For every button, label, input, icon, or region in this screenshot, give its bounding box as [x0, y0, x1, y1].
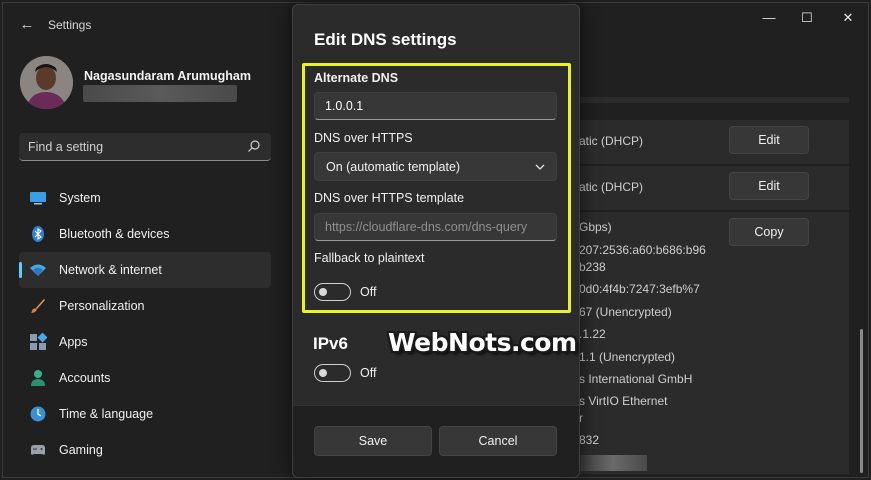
- sidebar-item-bluetooth[interactable]: Bluetooth & devices: [19, 216, 271, 252]
- minimize-button[interactable]: —: [754, 7, 784, 29]
- sidebar-item-apps[interactable]: Apps: [19, 324, 271, 360]
- property-value: s VirtIO Ethernet: [579, 394, 668, 408]
- fallback-label: Fallback to plaintext: [314, 251, 425, 265]
- wifi-icon: [30, 264, 46, 276]
- property-value: 207:2536:a60:b686:b96: [579, 243, 706, 257]
- edit-dns-dialog: Edit DNS settings Alternate DNS DNS over…: [292, 4, 580, 478]
- doh-template-label: DNS over HTTPS template: [314, 191, 465, 205]
- sidebar-item-network[interactable]: Network & internet: [19, 252, 271, 288]
- fallback-state: Off: [360, 285, 377, 299]
- alternate-dns-input[interactable]: [314, 92, 557, 120]
- property-value: 1.1 (Unencrypted): [579, 350, 676, 364]
- sidebar-item-personalization[interactable]: Personalization: [19, 288, 271, 324]
- sidebar-item-time-language[interactable]: Time & language: [19, 396, 271, 432]
- watermark-logo: WebNots.com: [388, 328, 577, 357]
- sidebar-item-system[interactable]: System: [19, 180, 271, 216]
- property-value: 0d0:4f4b:7247:3efb%7: [579, 282, 700, 296]
- chevron-down-icon: [535, 164, 545, 170]
- property-value: b238: [579, 260, 606, 274]
- search-box[interactable]: [19, 133, 271, 161]
- sidebar-item-label: Gaming: [59, 443, 103, 457]
- app-title: Settings: [48, 18, 92, 32]
- edit-ip-button[interactable]: Edit: [729, 172, 809, 200]
- toggle-knob: [319, 288, 327, 296]
- cancel-button[interactable]: Cancel: [439, 426, 557, 456]
- alternate-dns-label: Alternate DNS: [314, 71, 399, 85]
- user-email-redacted: [83, 85, 237, 102]
- close-button[interactable]: ✕: [833, 7, 863, 29]
- brush-icon: [31, 299, 45, 313]
- search-input[interactable]: [28, 138, 238, 156]
- ipv6-state: Off: [360, 366, 377, 380]
- property-value: s International GmbH: [579, 372, 693, 386]
- ipv6-toggle[interactable]: [314, 364, 351, 382]
- monitor-icon: [30, 192, 46, 205]
- doh-label: DNS over HTTPS: [314, 131, 413, 145]
- clock-globe-icon: [30, 406, 46, 422]
- user-name: Nagasundaram Arumugham: [84, 69, 251, 83]
- edit-dns-button[interactable]: Edit: [729, 126, 809, 154]
- property-value: Gbps): [579, 220, 612, 234]
- sidebar-item-gaming[interactable]: Gaming: [19, 432, 271, 468]
- sidebar-item-label: Network & internet: [59, 263, 162, 277]
- sidebar-item-label: Accounts: [59, 371, 111, 385]
- save-button[interactable]: Save: [314, 426, 432, 456]
- search-icon[interactable]: [247, 139, 261, 153]
- back-arrow-icon[interactable]: ←: [17, 15, 37, 35]
- toggle-knob: [319, 369, 327, 377]
- doh-template-input[interactable]: [314, 213, 557, 241]
- sidebar-item-label: Apps: [59, 335, 88, 349]
- redacted-value: [579, 455, 647, 471]
- doh-dropdown[interactable]: On (automatic template): [314, 152, 557, 181]
- dialog-title: Edit DNS settings: [314, 30, 457, 49]
- person-icon: [31, 370, 45, 386]
- sidebar-item-label: Bluetooth & devices: [59, 227, 170, 241]
- sidebar-nav: System Bluetooth & devices Network & int…: [19, 180, 271, 468]
- sidebar-item-accounts[interactable]: Accounts: [19, 360, 271, 396]
- property-value: .1.22: [579, 327, 606, 341]
- sidebar-item-label: Time & language: [59, 407, 154, 421]
- property-value: 832: [579, 433, 600, 447]
- property-value: atic (DHCP): [579, 134, 644, 148]
- copy-button[interactable]: Copy: [729, 218, 809, 246]
- fallback-toggle[interactable]: [314, 283, 351, 301]
- avatar[interactable]: [20, 56, 73, 109]
- bluetooth-icon: [32, 226, 44, 242]
- controller-icon: [31, 445, 45, 455]
- property-value: atic (DHCP): [579, 180, 644, 194]
- sidebar-item-label: Personalization: [59, 299, 145, 313]
- sidebar-item-label: System: [59, 191, 101, 205]
- page-scrollbar[interactable]: [860, 329, 863, 473]
- property-value: 67 (Unencrypted): [579, 305, 672, 319]
- doh-selected-value: On (automatic template): [326, 160, 461, 174]
- apps-icon: [30, 333, 47, 350]
- ipv6-title: IPv6: [313, 334, 348, 353]
- maximize-button[interactable]: ☐: [792, 7, 822, 29]
